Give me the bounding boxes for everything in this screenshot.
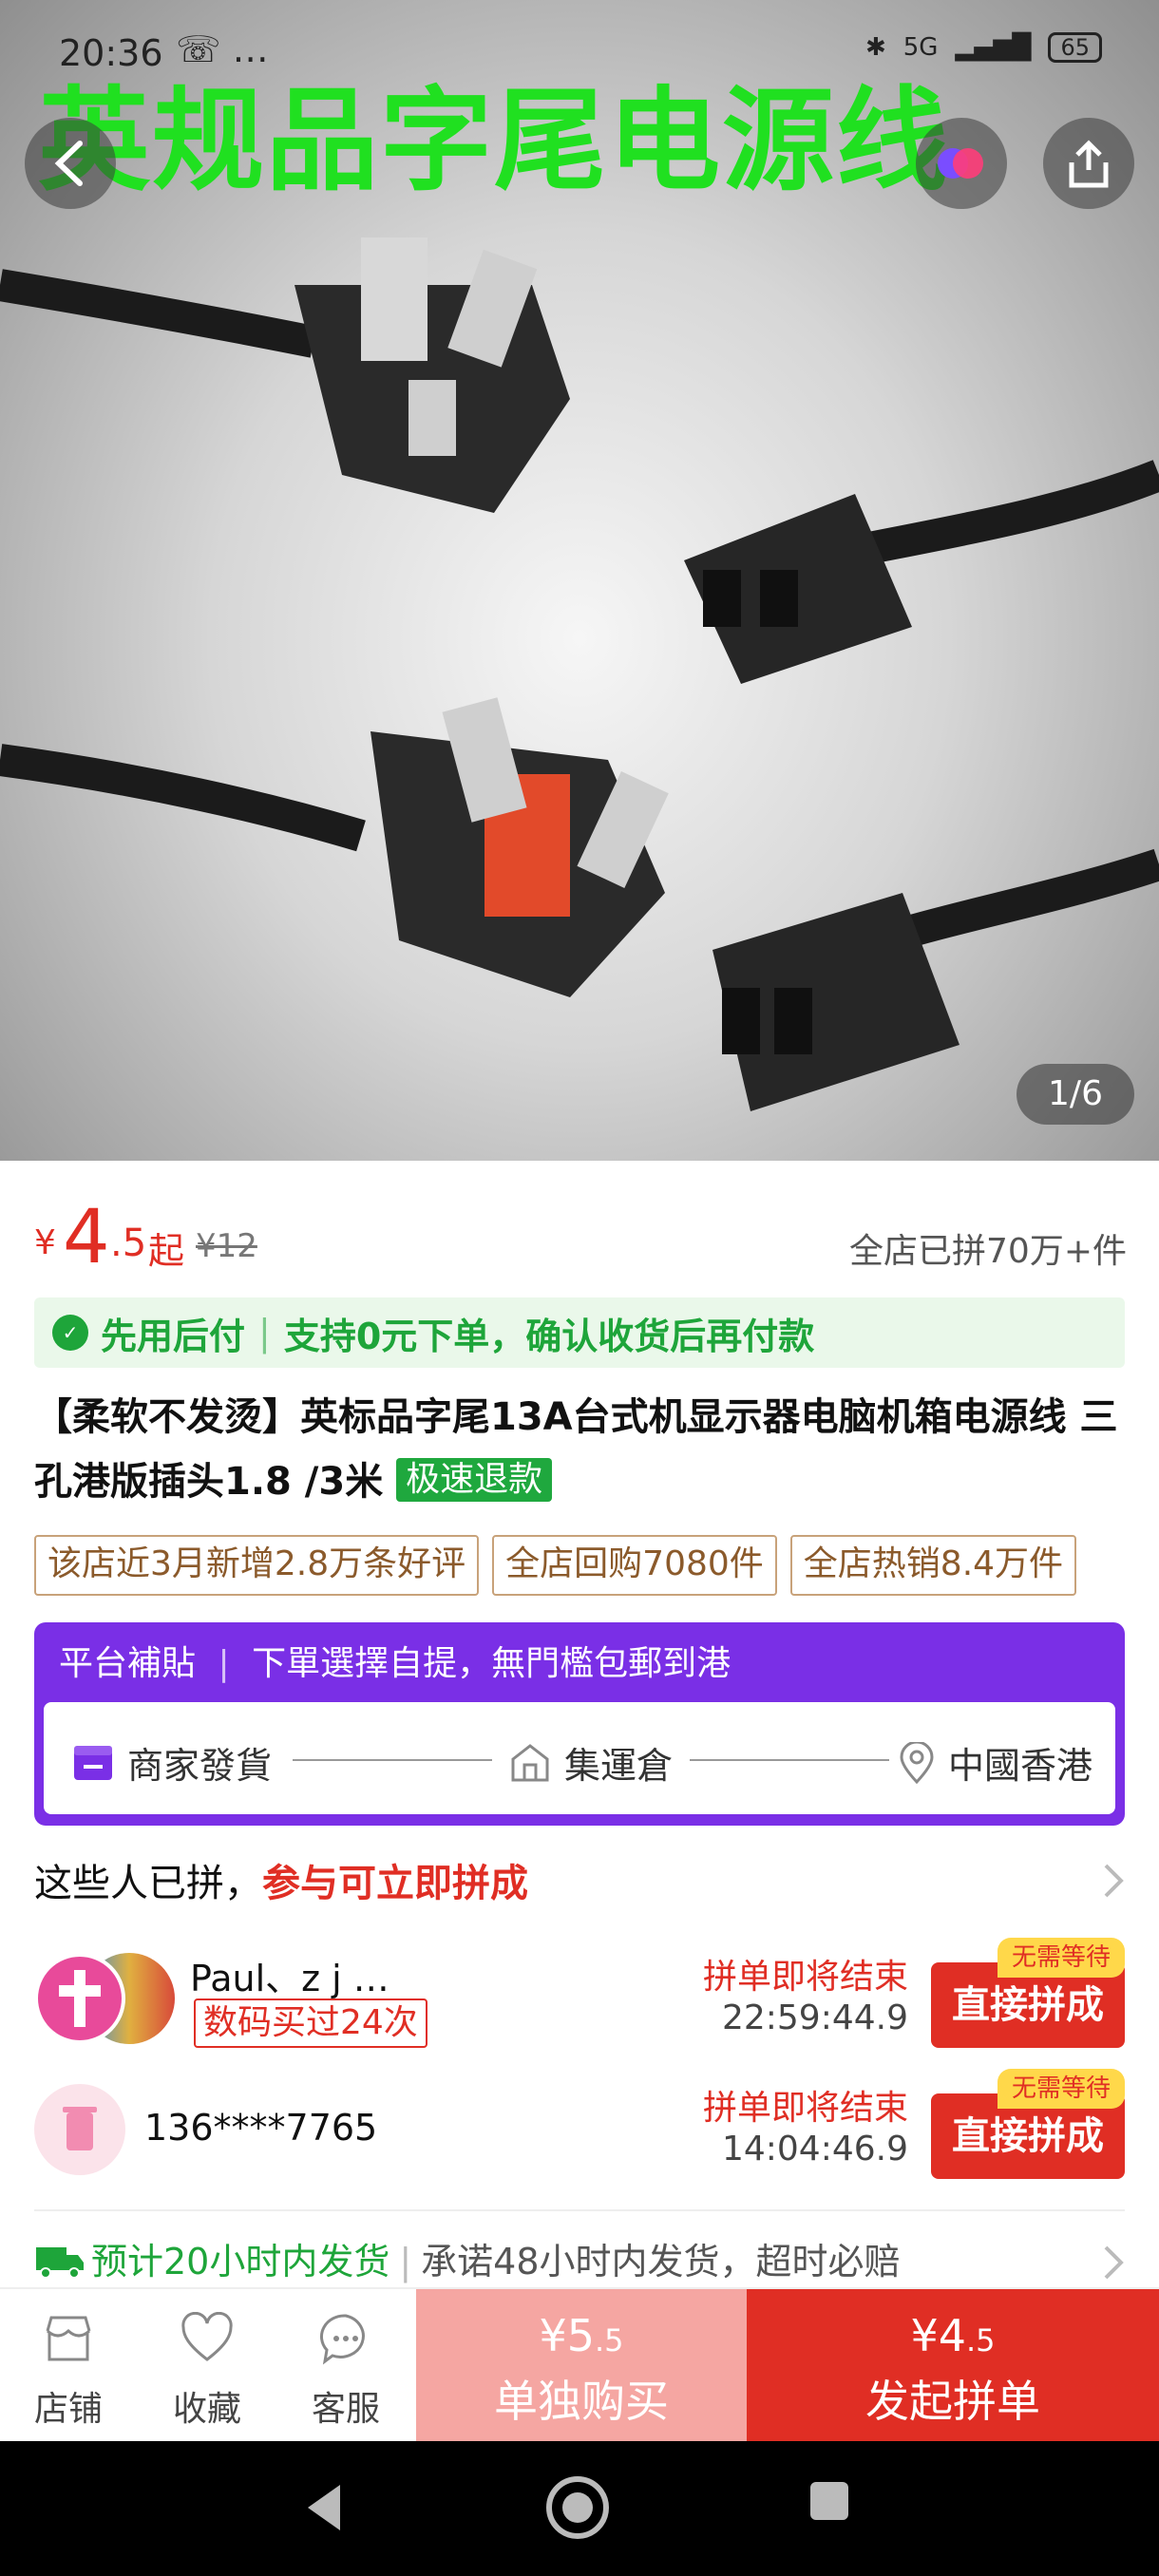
shipping-steps: 商家發貨 集運倉 中國香港 <box>44 1702 1115 1814</box>
signal-icon: ▂▄▆█ <box>955 33 1032 62</box>
step-label: 中國香港 <box>948 1745 1093 1787</box>
system-nav-bar <box>0 2441 1159 2576</box>
group-price: ¥4.5 <box>747 2310 1159 2361</box>
group-countdown: 22:59:44.9 <box>721 1998 908 2037</box>
price-integer: 4 <box>63 1195 110 1280</box>
image-counter: 1/6 <box>1016 1064 1134 1125</box>
price-integer: ¥5 <box>539 2310 595 2361</box>
purchase-badge: 数码买过24次 <box>194 1998 428 2048</box>
share-icon <box>1069 140 1109 188</box>
step-warehouse: 集運倉 <box>509 1736 673 1789</box>
avatar <box>34 1953 125 2044</box>
subsidy-label: 平台補貼 <box>59 1644 197 1683</box>
group-user-name: Paul、z j … <box>190 1958 390 1999</box>
chevron-right-icon <box>1104 2245 1124 2280</box>
price-integer: ¥4 <box>910 2310 966 2361</box>
group-status: 拼单即将结束 <box>702 1958 908 1997</box>
group-row: Paul、z j … 数码买过24次 拼单即将结束 22:59:44.9 直接拼… <box>34 1938 1125 2052</box>
product-title: 【柔软不发烫】英标品字尾13A台式机显示器电脑机箱电源线 三孔港版插头1.8 /… <box>34 1385 1127 1514</box>
price-decimal: .5 <box>595 2322 624 2358</box>
bottom-action-bar: 店铺 收藏 客服 ¥5.5 单独购买 ¥4.5 发起拼单 <box>0 2287 1159 2443</box>
start-group-label: 发起拼单 <box>865 2376 1040 2427</box>
buy-alone-button[interactable]: ¥5.5 单独购买 <box>416 2289 747 2443</box>
pay-later-title: 先用后付 <box>101 1315 246 1357</box>
customer-service-button[interactable]: 客服 <box>289 2312 403 2431</box>
avatar <box>34 2084 125 2175</box>
nav-home-icon[interactable] <box>543 2473 612 2542</box>
location-pin-icon <box>900 1741 934 1784</box>
nav-recents-icon[interactable] <box>808 2479 851 2523</box>
svg-text:✓: ✓ <box>63 1321 79 1344</box>
product-title-text: 【柔软不发烫】英标品字尾13A台式机显示器电脑机箱电源线 三孔港版插头1.8 /… <box>34 1395 1118 1504</box>
product-image[interactable]: 20:36 ☏ … ✱ 5G ▂▄▆█ 65 英规品字尾电源线 1/6 <box>0 0 1159 1161</box>
separator: | <box>218 1644 230 1683</box>
nav-back-icon[interactable] <box>302 2479 346 2536</box>
chip-reviews[interactable]: 该店近3月新增2.8万条好评 <box>34 1535 480 1596</box>
shipping-promise-row[interactable]: 预计20小时内发货 | 承诺48小时内发货，超时必赔 <box>34 2232 1127 2289</box>
trash-avatar-icon <box>63 2107 97 2150</box>
group-countdown: 14:04:46.9 <box>721 2130 908 2169</box>
price-decimal: .5 <box>966 2322 996 2358</box>
price-decimal: .5 <box>110 1222 147 1265</box>
subsidy-header: 平台補貼 | 下單選擇自提，無門檻包郵到港 <box>59 1636 731 1685</box>
group-head-plain: 这些人已拼， <box>34 1862 262 1905</box>
overlap-circles-icon <box>938 148 983 179</box>
original-price: ¥12 <box>196 1227 257 1265</box>
shop-label: 店铺 <box>33 2390 103 2429</box>
group-head-highlight: 参与可立即拼成 <box>262 1862 528 1905</box>
warehouse-icon <box>511 1743 549 1781</box>
cross-avatar-icon <box>59 1970 101 2027</box>
start-group-button[interactable]: ¥4.5 发起拼单 <box>747 2289 1159 2443</box>
chip-hot-sales[interactable]: 全店热销8.4万件 <box>789 1535 1077 1596</box>
step-connector <box>293 1759 492 1761</box>
group-buy-header[interactable]: 这些人已拼，参与可立即拼成 <box>34 1852 1127 1909</box>
platform-subsidy-box[interactable]: 平台補貼 | 下單選擇自提，無門檻包郵到港 商家發貨 集運倉 中國香港 <box>34 1622 1125 1826</box>
package-icon <box>74 1745 112 1780</box>
price-suffix: 起 <box>148 1230 185 1272</box>
group-status: 拼单即将结束 <box>702 2089 908 2128</box>
back-button[interactable] <box>25 118 116 209</box>
shop-icon <box>46 2316 91 2361</box>
favorite-button[interactable]: 收藏 <box>150 2311 264 2431</box>
shop-button[interactable]: 店铺 <box>11 2312 125 2431</box>
divider <box>34 2209 1125 2211</box>
step-merchant: 商家發貨 <box>72 1736 272 1789</box>
share-button[interactable] <box>1043 118 1134 209</box>
pay-later-desc: 支持0元下单，确认收货后再付款 <box>283 1315 815 1357</box>
buy-alone-price: ¥5.5 <box>416 2310 747 2361</box>
badge-icon: ✓ <box>52 1315 88 1351</box>
price-row: ¥ 4 .5 起 ¥12 全店已拼70万+件 <box>34 1195 1127 1280</box>
service-label: 客服 <box>311 2390 380 2429</box>
chat-bubble-icon <box>319 2314 365 2365</box>
no-wait-tag: 无需等待 <box>998 1938 1125 1978</box>
step-label: 商家發貨 <box>127 1745 273 1787</box>
related-goods-button[interactable] <box>916 118 1007 209</box>
highlight-chips: 该店近3月新增2.8万条好评 全店回购7080件 全店热销8.4万件 <box>34 1535 1159 1596</box>
favorite-label: 收藏 <box>172 2390 241 2429</box>
chevron-left-icon <box>54 141 83 186</box>
chip-repurchase[interactable]: 全店回购7080件 <box>492 1535 777 1596</box>
subsidy-desc: 下單選擇自提，無門檻包郵到港 <box>252 1644 732 1683</box>
no-wait-tag: 无需等待 <box>998 2069 1125 2109</box>
pay-later-banner[interactable]: ✓ 先用后付 | 支持0元下单，确认收货后再付款 <box>34 1297 1125 1368</box>
image-overlay-title: 英规品字尾电源线 <box>38 75 951 206</box>
truck-icon <box>36 2247 84 2279</box>
battery-icon: 65 <box>1048 32 1102 63</box>
step-label: 集運倉 <box>564 1745 674 1787</box>
currency-symbol: ¥ <box>34 1223 56 1262</box>
separator: | <box>399 2241 412 2282</box>
shipping-guarantee: 承诺48小时内发货，超时必赔 <box>421 2241 901 2282</box>
fast-refund-tag: 极速退款 <box>396 1458 553 1502</box>
step-connector <box>690 1759 889 1761</box>
sold-count: 全店已拼70万+件 <box>849 1232 1127 1271</box>
heart-icon <box>181 2311 233 2361</box>
group-row: 136****7765 拼单即将结束 14:04:46.9 直接拼成 无需等待 <box>34 2069 1125 2183</box>
chevron-right-icon <box>1104 1864 1124 1898</box>
separator: | <box>258 1312 271 1354</box>
buy-alone-label: 单独购买 <box>494 2376 669 2427</box>
product-page: 20:36 ☏ … ✱ 5G ▂▄▆█ 65 英规品字尾电源线 1/6 ¥ 4 … <box>0 0 1159 2576</box>
step-destination: 中國香港 <box>899 1736 1092 1789</box>
shipping-estimate: 预计20小时内发货 <box>91 2241 390 2282</box>
group-user-name: 136****7765 <box>144 2107 378 2149</box>
